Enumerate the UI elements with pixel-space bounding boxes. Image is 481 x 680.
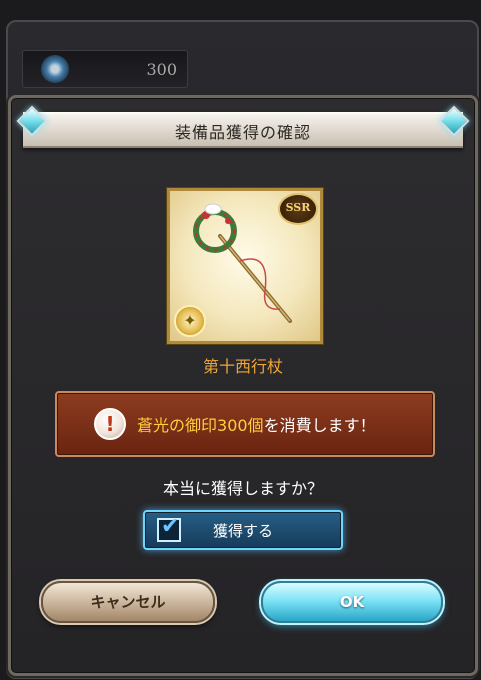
cancel-button[interactable]: キャンセル — [41, 581, 215, 623]
ok-button[interactable]: OK — [261, 581, 443, 623]
dialog-title: 装備品獲得の確認 — [174, 123, 311, 142]
cost-currency-name: 蒼光の御印 — [137, 416, 218, 435]
crest-icon — [41, 55, 69, 83]
item-name: 第十西行杖 — [202, 357, 283, 376]
cost-suffix: を消費します！ — [263, 416, 376, 435]
acquire-checkbox-toggle[interactable]: ✔ 獲得する — [143, 510, 343, 550]
cost-amount: 300個 — [217, 416, 264, 435]
acquire-toggle-label: 獲得する — [212, 522, 273, 540]
background-currency-bar: 300 — [22, 50, 188, 88]
cost-warning-text: 蒼光の御印300個を消費します！ — [137, 412, 376, 436]
item-image: SSR ✦ — [167, 188, 323, 344]
dialog-title-bar: 装備品獲得の確認 — [23, 112, 463, 148]
confirm-question: 本当に獲得しますか？ — [162, 479, 323, 498]
light-element-icon: ✦ — [174, 305, 206, 337]
rarity-badge: SSR — [278, 193, 318, 225]
exclamation-icon: ! — [94, 408, 126, 440]
currency-value: 300 — [146, 60, 177, 79]
cost-warning-box: ! 蒼光の御印300個を消費します！ — [55, 391, 435, 457]
confirm-dialog: 装備品獲得の確認 SSR ✦ 第十西行杖 ! 蒼光の御印300個を消費します！ … — [8, 95, 478, 676]
